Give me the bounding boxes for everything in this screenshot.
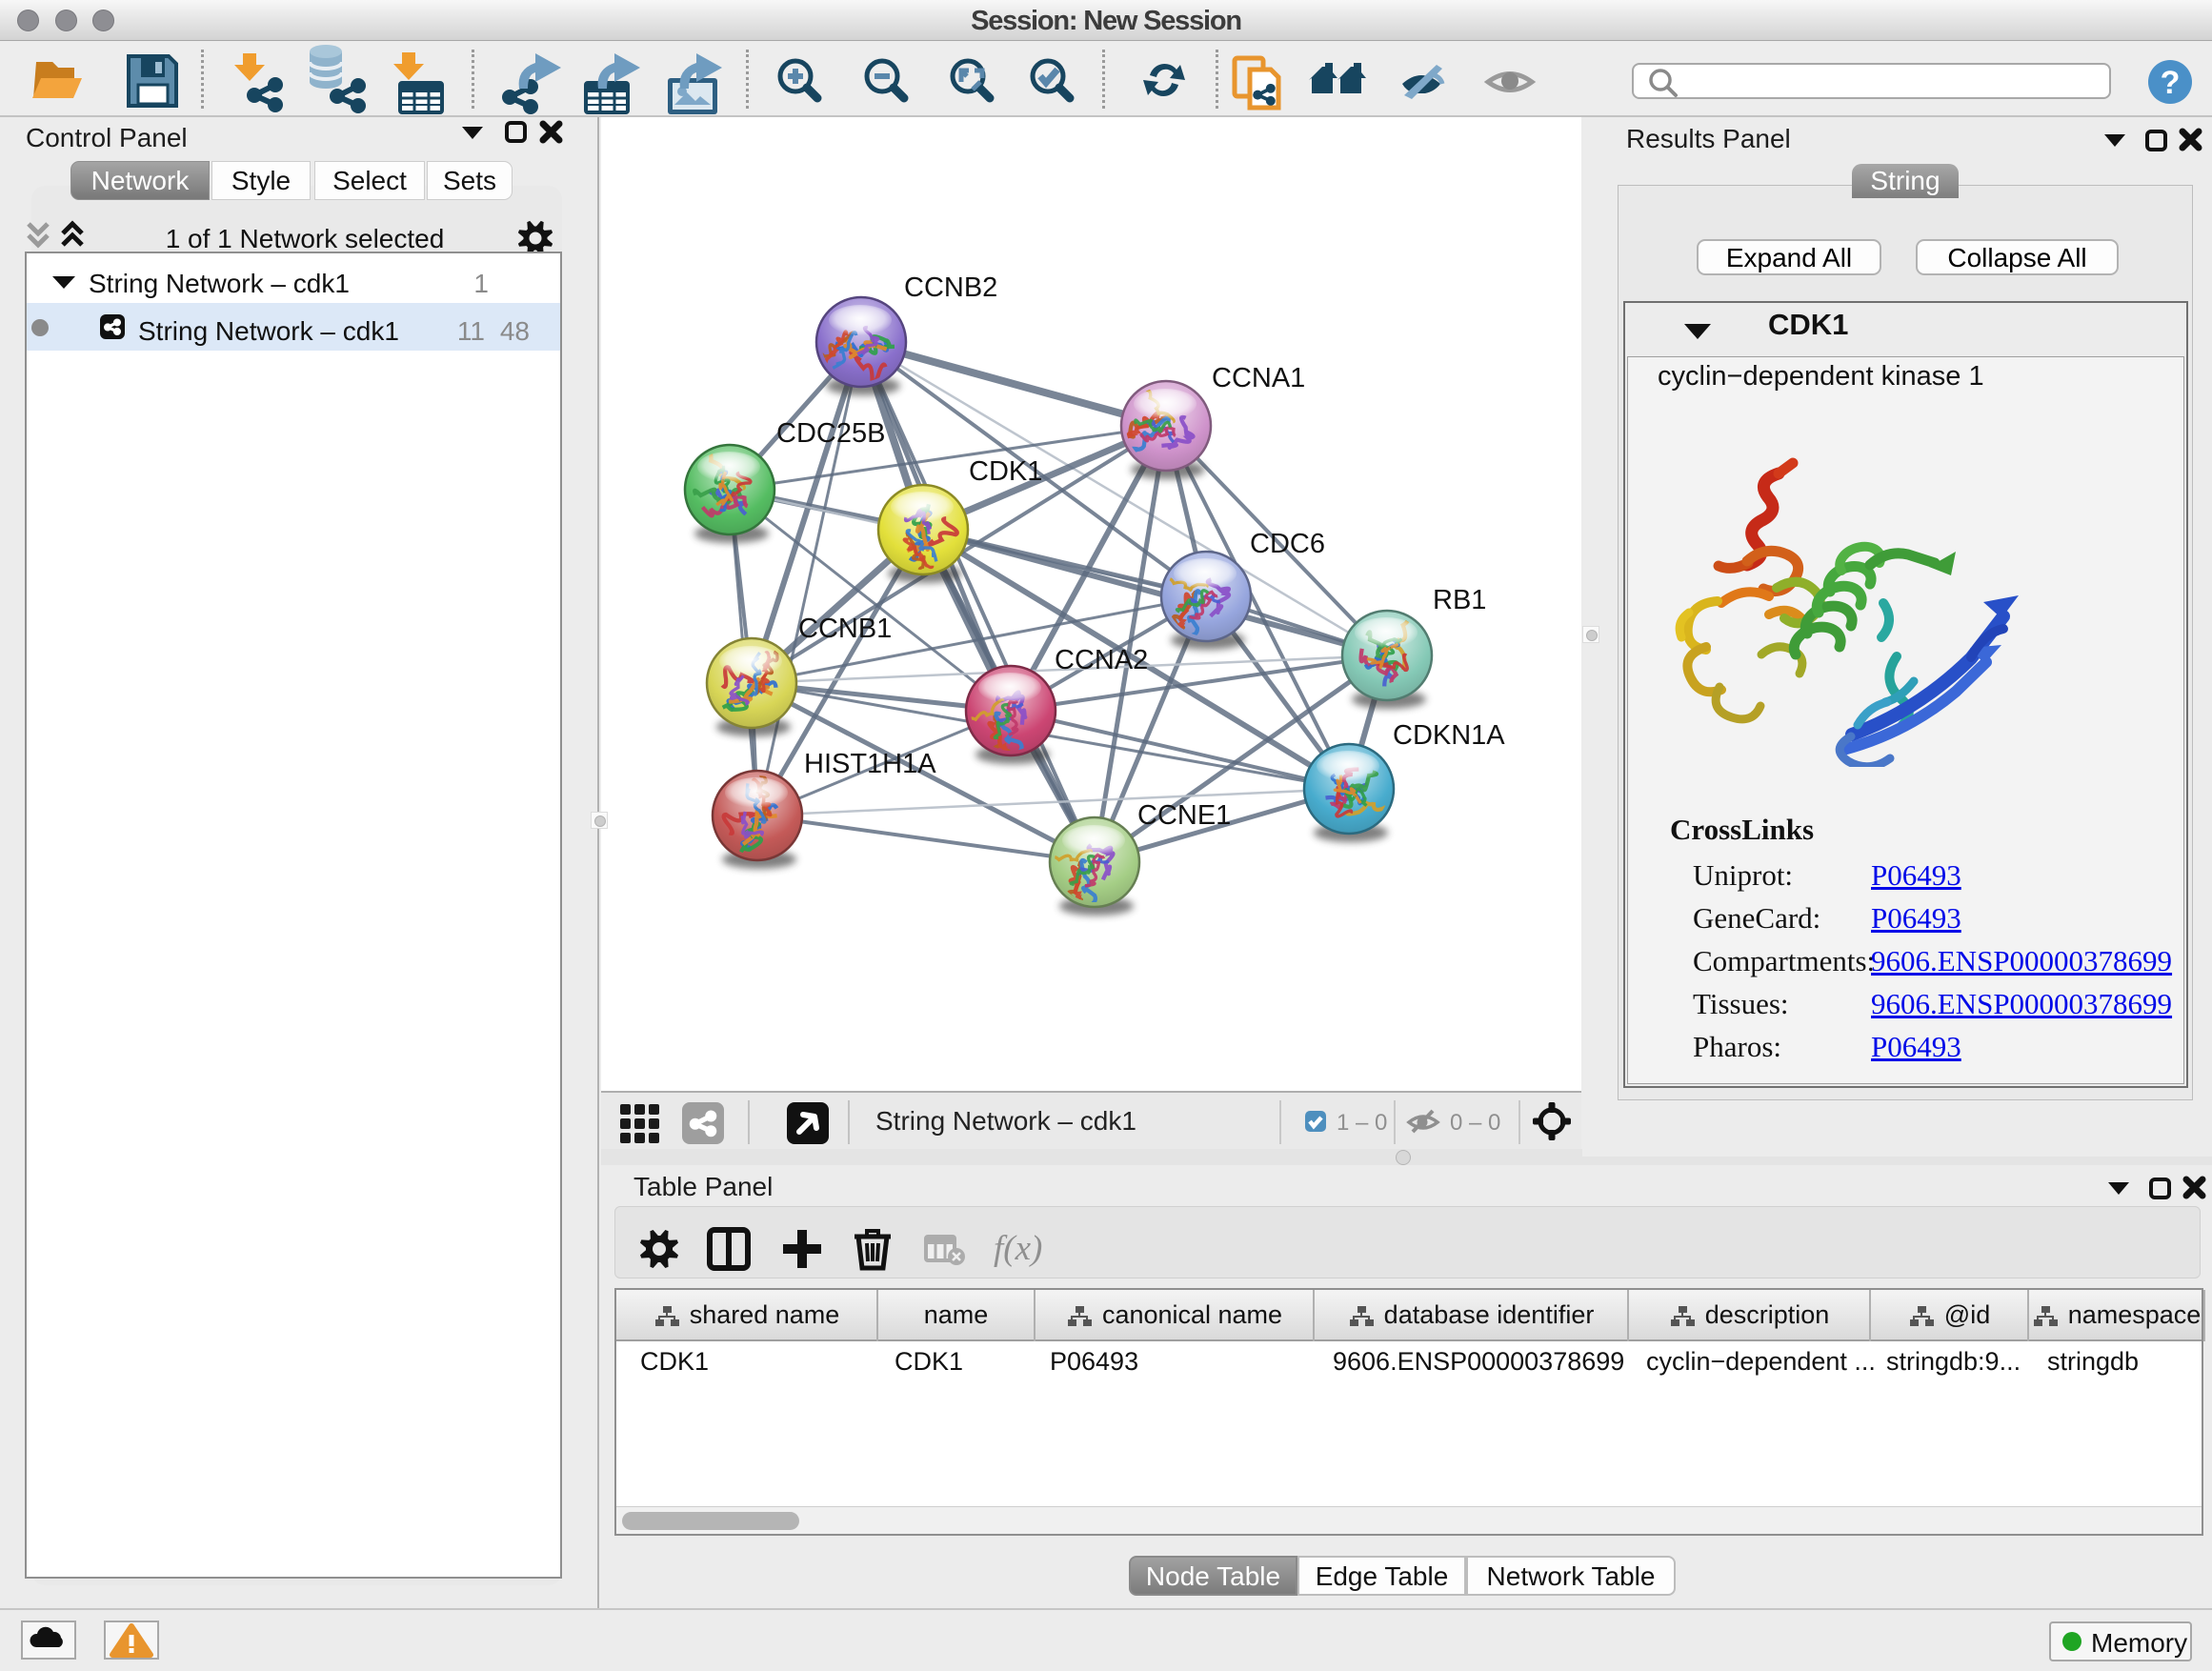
svg-text:RB1: RB1 bbox=[1433, 585, 1486, 615]
svg-text:CDC6: CDC6 bbox=[1250, 529, 1325, 559]
svg-text:CCNA2: CCNA2 bbox=[1055, 645, 1148, 675]
svg-text:f(x): f(x) bbox=[994, 1229, 1042, 1268]
svg-text:HIST1H1A: HIST1H1A bbox=[804, 749, 936, 779]
svg-text:CDC25B: CDC25B bbox=[776, 418, 885, 449]
svg-text:CCNB2: CCNB2 bbox=[904, 272, 997, 303]
svg-text:0 – 0: 0 – 0 bbox=[1450, 1110, 1500, 1136]
svg-text:CCNB1: CCNB1 bbox=[798, 614, 892, 644]
svg-text:CDKN1A: CDKN1A bbox=[1393, 720, 1505, 751]
svg-text:CCNA1: CCNA1 bbox=[1212, 363, 1305, 393]
svg-text:1 – 0: 1 – 0 bbox=[1337, 1110, 1387, 1136]
svg-text:?: ? bbox=[2161, 65, 2181, 101]
svg-text:CDK1: CDK1 bbox=[969, 456, 1042, 487]
svg-text:CCNE1: CCNE1 bbox=[1137, 800, 1231, 831]
